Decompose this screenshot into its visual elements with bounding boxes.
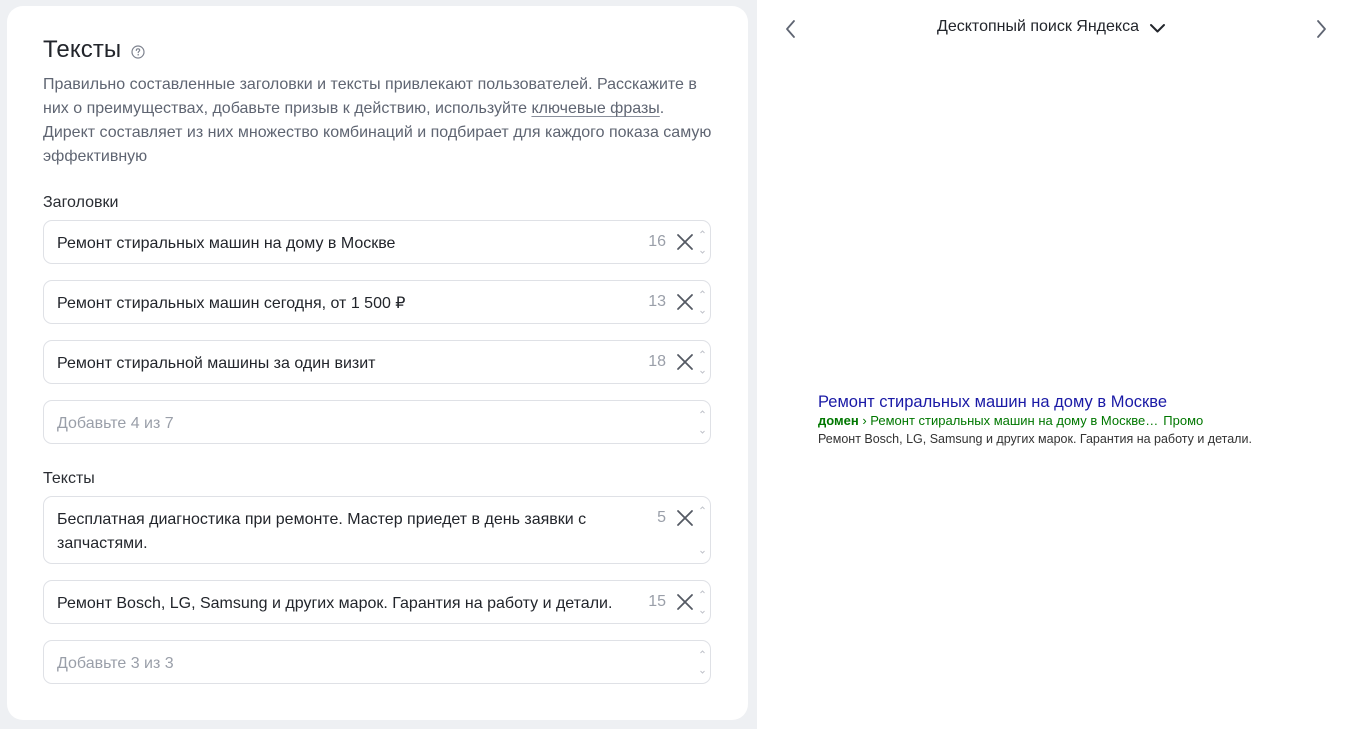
text-field-2[interactable]: Ремонт Bosch, LG, Samsung и других марок… [43,580,711,624]
page: Тексты Правильно составленные заголовки … [0,0,1351,729]
text-add-field[interactable]: Добавьте 3 из 3 [43,640,711,684]
reorder-handle-icon[interactable] [699,589,706,620]
reorder-handle-icon[interactable] [699,229,706,260]
headline-field-2[interactable]: Ремонт стиральных машин сегодня, от 1 50… [43,280,711,324]
text-placeholder[interactable]: Добавьте 3 из 3 [57,652,600,676]
preview-mode-select[interactable]: Десктопный поиск Яндекса [937,18,1166,36]
headline-placeholder[interactable]: Добавьте 4 из 7 [57,412,600,436]
card-header: Тексты [43,36,145,64]
ad-domain: домен [818,413,859,428]
headline-input-value[interactable]: Ремонт стиральной машины за один визит [57,352,600,376]
clear-icon[interactable] [676,353,694,371]
text-field-1[interactable]: Бесплатная диагностика при ремонте. Маст… [43,496,711,564]
chevron-left-icon[interactable] [783,18,799,40]
headline-input-value[interactable]: Ремонт стиральных машин на дому в Москве [57,232,600,256]
keywords-link[interactable]: ключевые фразы [531,100,659,117]
reorder-handle-icon[interactable] [699,349,706,380]
char-counter: 16 [648,233,666,250]
text-input-value[interactable]: Ремонт Bosch, LG, Samsung и других марок… [57,592,620,616]
reorder-handle-icon[interactable] [699,649,706,680]
ad-url-line: домен › Ремонт стиральных машин на дому … [818,412,1338,430]
ad-preview-panel: Десктопный поиск Яндекса Ремонт стиральн… [757,0,1351,729]
char-counter: 15 [648,593,666,610]
clear-icon[interactable] [676,233,694,251]
text-input-value[interactable]: Бесплатная диагностика при ремонте. Маст… [57,508,600,556]
reorder-handle-icon[interactable] [699,409,706,440]
clear-icon[interactable] [676,293,694,311]
char-counter: 18 [648,353,666,370]
char-counter: 5 [657,509,666,526]
clear-icon[interactable] [676,509,694,527]
ad-body-text: Ремонт Bosch, LG, Samsung и других марок… [818,432,1252,446]
section-description: Правильно составленные заголовки и текст… [43,73,713,169]
preview-mode-label: Десктопный поиск Яндекса [937,18,1139,35]
texts-label: Тексты [43,470,95,487]
clear-icon[interactable] [676,593,694,611]
ad-snippet: Ремонт стиральных машин на дому в Москве… [818,392,1338,448]
headlines-label: Заголовки [43,194,119,211]
ad-promo-badge: Промо [1163,413,1204,428]
ad-title-link[interactable]: Ремонт стиральных машин на дому в Москве [818,392,1338,412]
chevron-right-icon[interactable] [1313,18,1329,40]
chevron-down-icon [1149,21,1166,33]
texts-editor-card: Тексты Правильно составленные заголовки … [7,6,748,720]
headline-field-3[interactable]: Ремонт стиральной машины за один визит 1… [43,340,711,384]
reorder-handle-icon[interactable] [699,505,706,560]
headline-input-value[interactable]: Ремонт стиральных машин сегодня, от 1 50… [57,292,600,316]
ad-path: › Ремонт стиральных машин на дому в Моск… [858,413,1159,428]
char-counter: 13 [648,293,666,310]
headline-field-1[interactable]: Ремонт стиральных машин на дому в Москве… [43,220,711,264]
reorder-handle-icon[interactable] [699,289,706,320]
section-title: Тексты [43,36,122,63]
help-icon[interactable] [131,44,145,59]
headline-add-field[interactable]: Добавьте 4 из 7 [43,400,711,444]
